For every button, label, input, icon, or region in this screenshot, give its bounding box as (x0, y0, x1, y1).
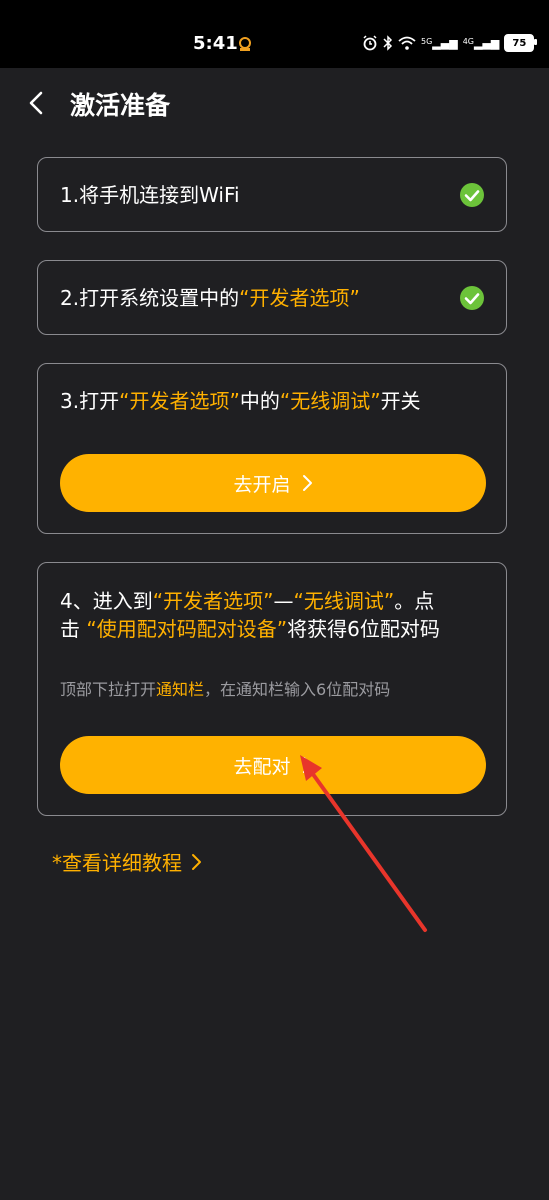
step-card-1: 1.将手机连接到WiFi (37, 157, 507, 232)
step-4-line2-prefix: 击 (60, 617, 87, 641)
step-4-line1-highlight-2: “无线调试” (293, 589, 395, 613)
step-4-line2-suffix: 将获得6位配对码 (287, 617, 440, 641)
step-4-hint: 顶部下拉打开通知栏，在通知栏输入6位配对码 (60, 676, 390, 700)
step-3-prefix: 3.打开 (60, 389, 120, 413)
back-arrow-icon[interactable] (26, 90, 46, 116)
check-icon (460, 286, 484, 310)
signal-5g-icon: 5G▂▄▆ (421, 36, 458, 50)
check-icon (460, 183, 484, 207)
chevron-right-icon (192, 853, 201, 870)
step-4-line-2: 击 “使用配对码配对设备”将获得6位配对码 (60, 613, 440, 645)
step-card-3: 3.打开“开发者选项”中的“无线调试”开关 去开启 (37, 363, 507, 534)
hint-highlight: 通知栏 (156, 680, 205, 699)
step-3-highlight-2: “无线调试” (279, 389, 381, 413)
pair-button[interactable]: 去配对 (60, 736, 486, 794)
step-4-line2-highlight: “使用配对码配对设备” (86, 617, 288, 641)
step-3-middle: 中的 (239, 389, 280, 413)
net-label-5g: 5G (421, 36, 433, 46)
signal-4g-icon: 4G▂▄▆ (462, 36, 500, 50)
bluetooth-icon (383, 35, 393, 51)
alarm-icon (363, 35, 377, 51)
step-3-highlight-1: “开发者选项” (119, 389, 240, 413)
step-2-prefix: 2.打开系统设置中的 (60, 286, 240, 310)
hint-suffix: ，在通知栏输入6位配对码 (204, 680, 391, 699)
step-2-text: 2.打开系统设置中的“开发者选项” (60, 282, 360, 314)
hint-prefix: 顶部下拉打开 (60, 680, 157, 699)
wifi-icon (398, 36, 416, 50)
status-time: 5:41 (193, 33, 238, 54)
chevron-right-icon (302, 757, 312, 773)
step-2-highlight: “开发者选项” (239, 286, 360, 310)
tutorial-link-label: *查看详细教程 (52, 851, 182, 875)
tutorial-link[interactable]: *查看详细教程 (52, 847, 202, 876)
enable-button-label: 去开启 (233, 473, 291, 496)
pair-button-label: 去配对 (233, 755, 291, 778)
page-title: 激活准备 (70, 91, 171, 120)
step-card-2: 2.打开系统设置中的“开发者选项” (37, 260, 507, 335)
step-4-line1-suffix: 。点 (394, 589, 435, 613)
step-4-line1-highlight-1: “开发者选项” (152, 589, 274, 613)
battery-icon: 75 (504, 34, 538, 52)
chevron-right-icon (302, 475, 312, 491)
status-icons: 5G▂▄▆ 4G▂▄▆ 75 (362, 33, 538, 53)
header: 激活准备 (0, 68, 549, 140)
step-card-4: 4、进入到“开发者选项”—“无线调试”。点 击 “使用配对码配对设备”将获得6位… (37, 562, 507, 816)
step-3-suffix: 开关 (380, 389, 421, 413)
enable-button[interactable]: 去开启 (60, 454, 486, 512)
net-label-4g: 4G (462, 36, 474, 46)
status-bar: 5:41 5G▂▄▆ 4G▂▄▆ 75 (0, 0, 549, 68)
step-3-text: 3.打开“开发者选项”中的“无线调试”开关 (60, 385, 421, 417)
notification-icon (239, 37, 251, 51)
step-4-line1-prefix: 4、进入到 (60, 589, 153, 613)
step-1-text: 1.将手机连接到WiFi (60, 183, 240, 207)
step-4-line1-dash: — (273, 589, 294, 613)
